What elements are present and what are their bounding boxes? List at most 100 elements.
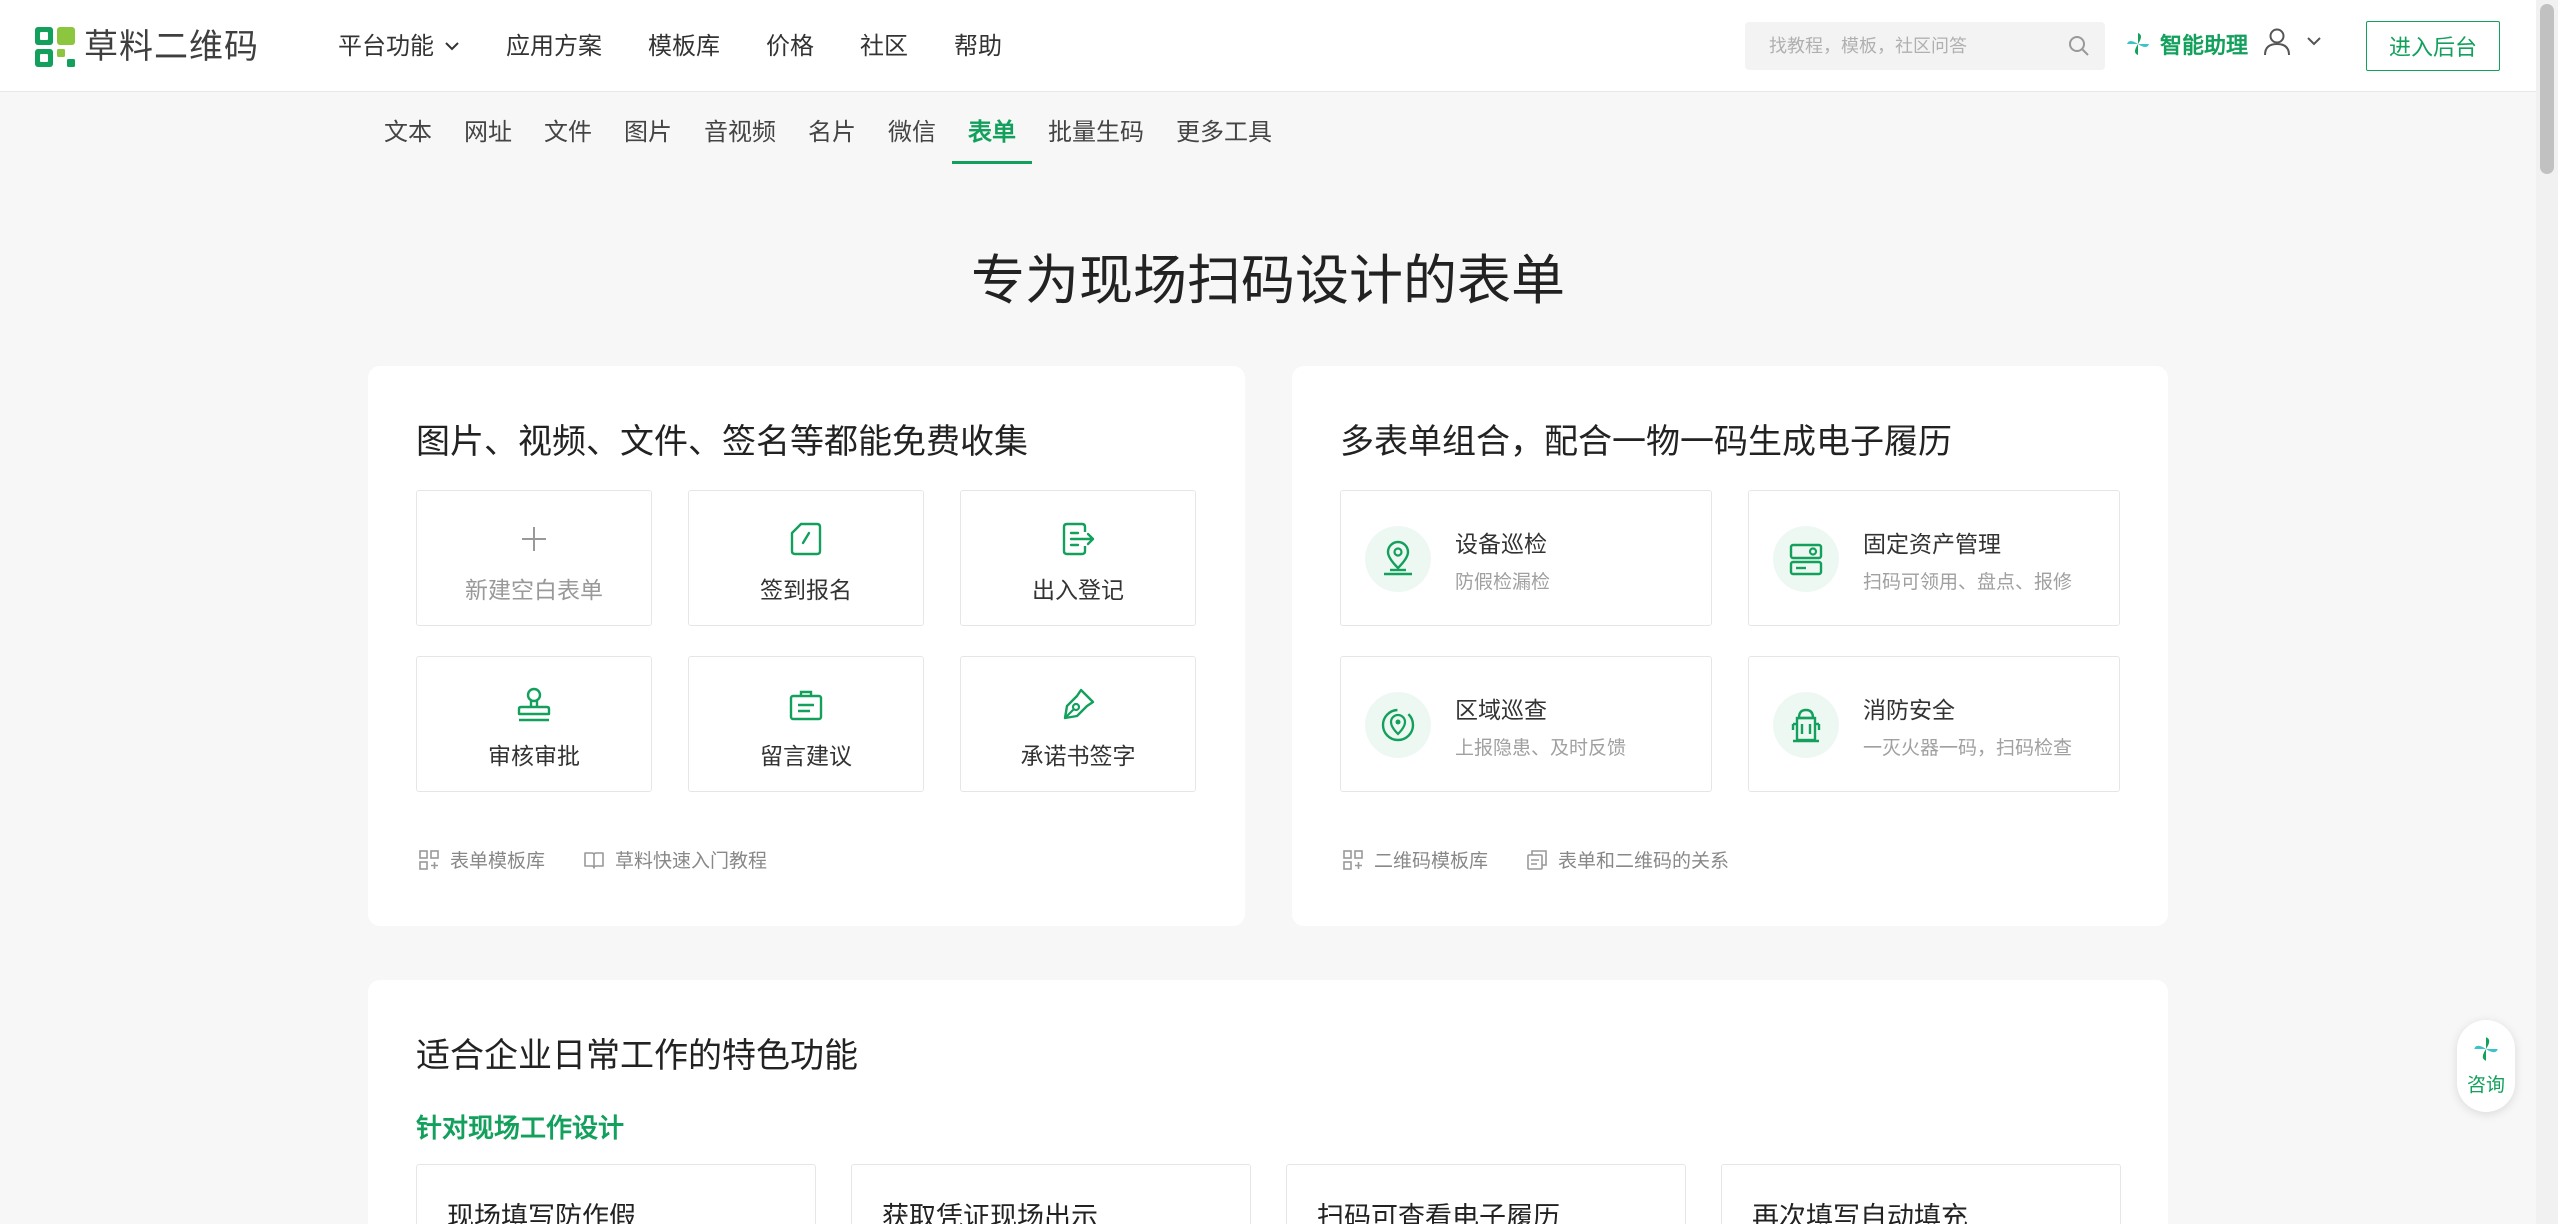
template-grid-icon [419,849,439,870]
nav-solutions[interactable]: 应用方案 [506,0,602,92]
user-icon [2264,28,2290,56]
nav-label: 模板库 [648,32,720,60]
smart-assistant-button[interactable]: 智能助理 [2124,28,2248,60]
tile-subtitle: 防假检漏检 [1455,571,1551,593]
fire-hydrant-icon [1791,708,1821,743]
form-templates-card: 图片、视频、文件、签名等都能免费收集 新建空白表单 签到报名 出入登记 审核审批… [368,366,1245,926]
chevron-down-icon [445,42,459,51]
card-title: 多表单组合，配合一物一码生成电子履历 [1340,422,1952,462]
card-footer-links: 表单模板库 草料快速入门教程 [418,846,805,873]
feature-title: 获取凭证现场出示 [882,1202,1098,1224]
fire-safety-tile[interactable]: 消防安全 一灭火器一码，扫码检查 [1748,656,2120,792]
brand-name: 草料二维码 [84,27,259,67]
search-box [1745,22,2105,70]
feature-card[interactable]: 获取凭证现场出示 [851,1164,1251,1224]
user-menu[interactable] [2262,26,2322,56]
page-title: 专为现场扫码设计的表单 [971,249,1565,312]
scrollbar-thumb[interactable] [2540,4,2554,174]
tab-more-tools[interactable]: 更多工具 [1160,108,1288,164]
entry-exit-register-tile[interactable]: 出入登记 [960,490,1196,626]
tile-label: 审核审批 [488,744,580,770]
pledge-sign-tile[interactable]: 承诺书签字 [960,656,1196,792]
smart-assistant-label: 智能助理 [2160,34,2249,59]
briefcase-message-icon [789,690,823,721]
pinwheel-icon [2127,33,2149,55]
tile-title: 消防安全 [1863,698,1955,724]
search-icon[interactable] [2067,34,2091,58]
logo-mark-icon [35,27,75,67]
fixed-asset-tile[interactable]: 固定资产管理 扫码可领用、盘点、报修 [1748,490,2120,626]
area-patrol-icon [1381,708,1415,742]
pen-nib-icon [1063,688,1095,720]
one-item-one-code-card: 多表单组合，配合一物一码生成电子履历 设备巡检 防假检漏检 固定资产管理 扫码可… [1292,366,2168,926]
nav-help[interactable]: 帮助 [954,0,1002,92]
tab-wechat[interactable]: 微信 [872,108,952,164]
tile-label: 承诺书签字 [1020,744,1136,770]
quick-start-tutorial-link[interactable]: 草料快速入门教程 [583,846,767,873]
tab-business-card[interactable]: 名片 [792,108,872,164]
link-label: 表单模板库 [450,850,546,872]
top-header: 草料二维码 平台功能 应用方案 模板库 价格 社区 帮助 智能助理 进入后台 [0,0,2536,92]
link-label: 表单和二维码的关系 [1558,850,1730,872]
review-approval-tile[interactable]: 审核审批 [416,656,652,792]
code-type-tabs: 文本 网址 文件 图片 音视频 名片 微信 表单 批量生码 更多工具 [368,108,1288,164]
tile-title: 区域巡查 [1455,698,1547,724]
tab-image[interactable]: 图片 [608,108,688,164]
tile-subtitle: 一灭火器一码，扫码检查 [1863,737,2073,759]
brand-logo[interactable]: 草料二维码 [34,26,259,68]
new-blank-form-tile[interactable]: 新建空白表单 [416,490,652,626]
link-label: 草料快速入门教程 [615,850,768,872]
tile-label: 出入登记 [1032,578,1124,604]
section-subtitle: 针对现场工作设计 [416,1114,625,1144]
location-pin-icon [1384,540,1412,576]
tab-form[interactable]: 表单 [952,108,1032,164]
tile-label: 新建空白表单 [465,578,603,604]
nav-templates[interactable]: 模板库 [648,0,720,92]
tab-file[interactable]: 文件 [528,108,608,164]
nav-community[interactable]: 社区 [860,0,908,92]
edit-note-icon [790,522,822,556]
feature-card[interactable]: 现场填写防作假 [416,1164,816,1224]
signin-register-tile[interactable]: 签到报名 [688,490,924,626]
tile-label: 留言建议 [760,744,852,770]
book-icon [584,851,604,869]
copy-icon [1527,849,1547,870]
stamp-icon [517,687,551,722]
card-footer-links: 二维码模板库 表单和二维码的关系 [1342,846,1767,873]
form-template-library-link[interactable]: 表单模板库 [418,846,545,873]
area-patrol-tile[interactable]: 区域巡查 上报隐患、及时反馈 [1340,656,1712,792]
enter-dashboard-button[interactable]: 进入后台 [2366,21,2500,71]
link-label: 二维码模板库 [1374,850,1489,872]
tile-label: 签到报名 [760,578,852,604]
nav-label: 平台功能 [338,32,434,60]
chevron-down-icon [2307,37,2321,46]
tab-batch-generate[interactable]: 批量生码 [1032,108,1160,164]
plus-icon [522,527,546,551]
search-input[interactable] [1769,22,2069,70]
consult-button[interactable]: 咨询 [2457,1020,2515,1112]
form-qr-relation-link[interactable]: 表单和二维码的关系 [1526,846,1729,873]
qr-template-library-link[interactable]: 二维码模板库 [1342,846,1488,873]
nav-label: 社区 [860,32,908,60]
feature-title: 现场填写防作假 [447,1202,636,1224]
feature-title: 扫码可查看电子履历 [1317,1202,1560,1224]
nav-platform-features[interactable]: 平台功能 [338,0,460,92]
main-nav: 平台功能 应用方案 模板库 价格 社区 帮助 [338,0,1048,92]
pinwheel-icon [2474,1037,2498,1061]
message-suggestion-tile[interactable]: 留言建议 [688,656,924,792]
consult-label: 咨询 [2466,1074,2505,1096]
nav-label: 应用方案 [506,32,602,60]
scrollbar[interactable] [2536,0,2558,1224]
tab-url[interactable]: 网址 [448,108,528,164]
tab-audio-video[interactable]: 音视频 [688,108,792,164]
feature-card[interactable]: 扫码可查看电子履历 [1286,1164,1686,1224]
tile-title: 固定资产管理 [1863,532,2001,558]
tile-subtitle: 上报隐患、及时反馈 [1455,737,1627,759]
equipment-inspection-tile[interactable]: 设备巡检 防假检漏检 [1340,490,1712,626]
nav-pricing[interactable]: 价格 [766,0,814,92]
feature-title: 再次填写自动填充 [1752,1202,1968,1224]
feature-card[interactable]: 再次填写自动填充 [1721,1164,2121,1224]
nav-label: 价格 [766,32,814,60]
tab-text[interactable]: 文本 [368,108,448,164]
tile-subtitle: 扫码可领用、盘点、报修 [1863,571,2073,593]
